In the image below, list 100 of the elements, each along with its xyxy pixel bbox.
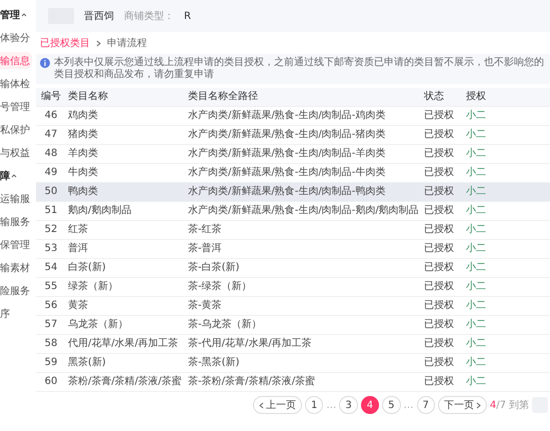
sidebar-item[interactable]: 号管理 xyxy=(0,98,32,115)
table-cell-text: 已授权 xyxy=(423,243,455,255)
table-cell-text: 小二 xyxy=(465,357,487,369)
page-button[interactable]: 7 xyxy=(416,396,435,414)
table-cell-text: 普洱 xyxy=(67,243,89,255)
table-cell-text: 小二 xyxy=(465,205,487,217)
sidebar-item[interactable]: 险服务 xyxy=(0,282,32,299)
table-cell-text: 茶-茶粉/茶膏/茶精/茶液/茶蜜 xyxy=(187,376,316,388)
sidebar-item[interactable]: 运输服 xyxy=(0,190,32,207)
column-header: 授权 xyxy=(465,91,487,103)
goto-label: 到第 xyxy=(509,399,529,412)
table-cell-text: 已授权 xyxy=(423,300,455,312)
table-cell-text: 56 xyxy=(44,300,58,312)
page-button[interactable]: 1 xyxy=(305,396,324,414)
column-header: 编号 xyxy=(40,91,62,103)
sidebar-group[interactable]: 管理 xyxy=(0,6,32,23)
chevron-right-icon xyxy=(96,40,101,46)
sidebar-item[interactable]: 保管理 xyxy=(0,236,32,253)
table-cell-text: 水产肉类/新鲜蔬果/熟食-生肉/肉制品-鸡肉类 xyxy=(187,110,386,122)
caret-up-icon xyxy=(21,12,27,18)
table-cell-text: 已授权 xyxy=(423,186,455,198)
table-cell-text: 茶-黑茶(新) xyxy=(187,357,240,369)
table-cell-text: 猪肉类 xyxy=(67,129,99,141)
table-cell-text: 55 xyxy=(44,281,58,293)
table-cell-text: 已授权 xyxy=(423,205,455,217)
table-cell-text: 牛肉类 xyxy=(67,167,99,179)
table-cell-text: 小二 xyxy=(465,300,487,312)
table-cell-text: 小二 xyxy=(465,186,487,198)
page-ellipsis: … xyxy=(404,400,414,410)
table-cell-text: 49 xyxy=(44,167,58,179)
page-count: 4/7 xyxy=(490,400,506,410)
table-cell-text: 已授权 xyxy=(423,148,455,160)
table-cell-text: 小二 xyxy=(465,338,487,350)
table-cell-text: 52 xyxy=(44,224,58,236)
column-header: 类目名称全路径 xyxy=(187,91,259,103)
chevron-right-icon xyxy=(476,402,481,408)
sidebar-item[interactable]: 输素材 xyxy=(0,259,32,276)
table-cell-text: 鸭肉类 xyxy=(67,186,99,198)
table-cell-text: 红茶 xyxy=(67,224,89,236)
sidebar-item[interactable]: 体验分 xyxy=(0,29,32,46)
table-cell-text: 茶-红茶 xyxy=(187,224,223,236)
table-cell-text: 小二 xyxy=(465,110,487,122)
table-cell-text: 58 xyxy=(44,338,58,350)
table-cell-text: 小二 xyxy=(465,148,487,160)
table-cell-text: 小二 xyxy=(465,243,487,255)
sidebar-item[interactable]: 私保护 xyxy=(0,121,32,138)
table-cell-text: 黄茶 xyxy=(67,300,89,312)
table-cell-text: 已授权 xyxy=(423,167,455,179)
shop-name: 晋西饲 xyxy=(84,10,114,23)
table-cell-text: 已授权 xyxy=(423,262,455,274)
table-cell-text: 茶-普洱 xyxy=(187,243,223,255)
table-cell-text: 小二 xyxy=(465,224,487,236)
table-cell-text: 水产肉类/新鲜蔬果/熟食-生肉/肉制品-羊肉类 xyxy=(187,148,386,160)
page-button[interactable]: 3 xyxy=(339,396,358,414)
sidebar-item[interactable]: 序 xyxy=(0,305,32,322)
shop-type-label: 商铺类型： xyxy=(124,10,174,23)
table-cell-text: 白茶(新) xyxy=(67,262,107,274)
table-cell-text: 茶-代用/花草/水果/再加工茶 xyxy=(187,338,313,350)
table-cell-text: 小二 xyxy=(465,167,487,179)
table-cell-text: 茶粉/茶膏/茶精/茶液/茶蜜 xyxy=(67,376,182,388)
column-header: 类目名称 xyxy=(67,91,109,103)
table-cell-text: 已授权 xyxy=(423,338,455,350)
table-cell-text: 51 xyxy=(44,205,58,217)
info-icon xyxy=(40,58,50,68)
table-cell-text: 已授权 xyxy=(423,110,455,122)
sidebar-group-label: 障 xyxy=(0,169,10,182)
table-cell-text: 水产肉类/新鲜蔬果/熟食-生肉/肉制品-猪肉类 xyxy=(187,129,386,141)
table-cell-text: 茶-乌龙茶（新） xyxy=(187,319,263,331)
table-cell-text: 47 xyxy=(44,129,58,141)
sidebar-item[interactable]: 输体检 xyxy=(0,75,32,92)
page-button[interactable]: 5 xyxy=(382,396,401,414)
table-cell-text: 水产肉类/新鲜蔬果/熟食-生肉/肉制品-鸭肉类 xyxy=(187,186,386,198)
table-cell-text: 水产肉类/新鲜蔬果/熟食-生肉/肉制品-鹅肉/鹅肉制品 xyxy=(187,205,420,217)
sidebar-item[interactable]: 输服务 xyxy=(0,213,32,230)
next-page-button[interactable]: 下一页 xyxy=(438,396,487,414)
sidebar-group[interactable]: 障 xyxy=(0,167,32,184)
table-cell-text: 茶-白茶(新) xyxy=(187,262,240,274)
table-cell-text: 48 xyxy=(44,148,58,160)
page-button[interactable]: 4 xyxy=(360,396,380,414)
table-cell-text: 已授权 xyxy=(423,281,455,293)
table-cell-text: 乌龙茶（新） xyxy=(67,319,129,331)
sidebar-item[interactable]: 与权益 xyxy=(0,144,32,161)
breadcrumb-link[interactable]: 已授权类目 xyxy=(40,36,90,50)
table-cell-text: 代用/花草/水果/再加工茶 xyxy=(67,338,180,350)
table-cell-text: 60 xyxy=(44,376,58,388)
table-cell-text: 鹅肉/鹅肉制品 xyxy=(67,205,132,217)
table-cell-text: 53 xyxy=(44,243,58,255)
table-cell-text: 茶-绿茶（新） xyxy=(187,281,253,293)
table-cell-text: 57 xyxy=(44,319,58,331)
table-cell-text: 54 xyxy=(44,262,58,274)
previous-page-button[interactable]: 上一页 xyxy=(253,396,302,414)
breadcrumb-link[interactable]: 申请流程 xyxy=(107,36,147,50)
caret-up-icon xyxy=(11,172,17,178)
table-cell-text: 茶-黄茶 xyxy=(187,300,223,312)
table-cell-text: 已授权 xyxy=(423,224,455,236)
table-cell-text: 小二 xyxy=(465,319,487,331)
notice-text: 本列表中仅展示您通过线上流程申请的类目授权，之前通过线下邮寄资质已申请的类目暂不展示，也不影响您的类目授权和商品发布，请勿重复申请 xyxy=(54,57,545,81)
table-cell-text: 已授权 xyxy=(423,376,455,388)
table-cell-text: 已授权 xyxy=(423,129,455,141)
table-cell-text: 59 xyxy=(44,357,58,369)
